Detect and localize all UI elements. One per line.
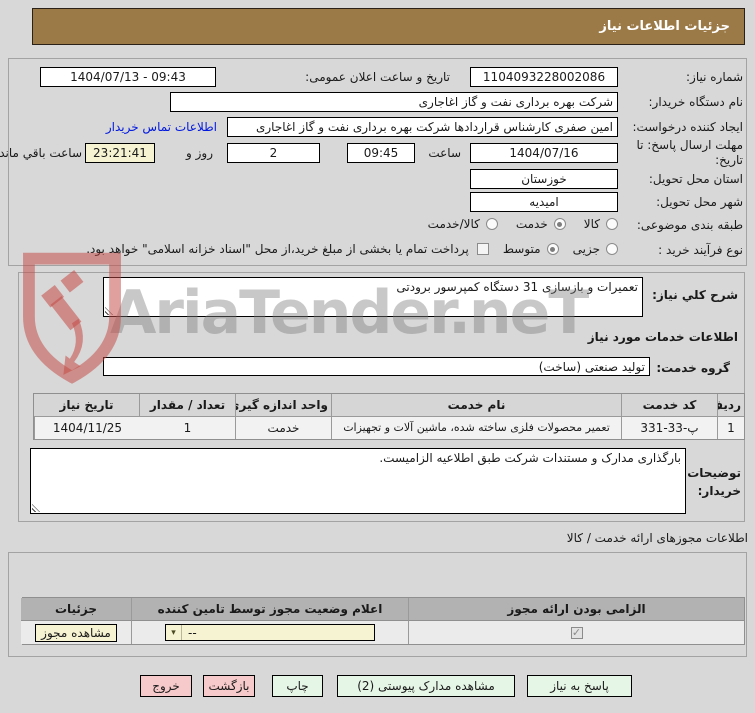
province-label: استان محل تحویل: xyxy=(648,172,743,186)
license-status-select[interactable]: -- ▾ xyxy=(165,624,375,641)
license-status-value: -- xyxy=(188,625,197,640)
exit-button[interactable]: خروج xyxy=(140,675,192,697)
chevron-down-icon: ▾ xyxy=(166,625,182,640)
radio-goods[interactable] xyxy=(606,218,618,230)
resize-handle-icon[interactable] xyxy=(105,307,113,315)
radio-partial-label: جزیی xyxy=(572,242,600,256)
buyer-notes-label-line2: خریدار: xyxy=(697,484,741,498)
radio-goods-label: کالا xyxy=(583,217,600,231)
page-title-bar: جزئیات اطلاعات نیاز xyxy=(32,8,745,45)
radio-goods-service-label: کالا/خدمت xyxy=(427,217,480,231)
view-attached-docs-button[interactable]: مشاهده مدارک پیوستی (2) xyxy=(337,675,515,697)
city-label: شهر محل تحویل: xyxy=(656,195,743,209)
cell-need-date: 1404/11/25 xyxy=(34,417,140,439)
need-number-input[interactable]: 1104093228002086 xyxy=(470,67,618,87)
col-header-details: جزئیات xyxy=(21,598,132,621)
col-header-need-date: تاریخ نیاز xyxy=(34,394,140,417)
cell-quantity: 1 xyxy=(140,417,236,439)
col-header-quantity: تعداد / مقدار xyxy=(140,394,236,417)
license-required-checkbox: ✓ xyxy=(570,626,583,639)
license-table-header-row: الزامی بودن ارائه مجوز اعلام وضعیت مجوز … xyxy=(21,598,744,621)
cell-service-name: تعمیر محصولات فلزی ساخته شده، ماشین آلات… xyxy=(332,417,622,439)
deadline-date-input[interactable]: 1404/07/16 xyxy=(470,143,618,163)
need-desc-text: تعمیرات و بازسازی 31 دستگاه کمپرسور برود… xyxy=(396,280,638,294)
process-type-label: نوع فرآیند خرید : xyxy=(658,243,743,257)
province-input[interactable]: خوزستان xyxy=(470,169,618,189)
service-items-table: ردیف کد خدمت نام خدمت واحد اندازه گیری ت… xyxy=(33,393,745,440)
buyer-org-label: نام دستگاه خریدار: xyxy=(648,95,744,109)
buyer-org-input[interactable]: شرکت بهره برداری نفت و گاز اغاجاری xyxy=(170,92,618,112)
treasury-checkbox[interactable] xyxy=(476,243,489,255)
deadline-label-line1: مهلت ارسال پاسخ: تا xyxy=(636,138,743,152)
radio-service[interactable] xyxy=(553,218,566,230)
cell-row-number: 1 xyxy=(718,417,744,439)
license-section-header: اطلاعات مجوزهای ارائه خدمت / کالا xyxy=(566,531,748,545)
col-header-service-code: کد خدمت xyxy=(622,394,718,417)
cell-unit: خدمت xyxy=(236,417,332,439)
buyer-notes-label-line1: توضیحات xyxy=(687,466,741,480)
col-header-row-number: ردیف xyxy=(718,394,744,417)
radio-medium-label: متوسط xyxy=(502,242,541,256)
deadline-label-line2: تاریخ: xyxy=(715,153,743,167)
service-table-row: 1 پ-33-331 تعمیر محصولات فلزی ساخته شده،… xyxy=(34,417,744,439)
need-details-page: { "page": { "title": "جزئیات اطلاعات نیا… xyxy=(0,0,755,713)
col-header-license-status: اعلام وضعیت مجوز توسط تامین کننده xyxy=(132,598,409,621)
days-label: روز و xyxy=(186,146,213,160)
services-info-header: اطلاعات خدمات مورد نیاز xyxy=(587,330,738,344)
creator-input[interactable]: امین صفری کارشناس قراردادها شرکت بهره بر… xyxy=(227,117,618,137)
buyer-notes-text: بارگذاری مدارک و مستندات شرکت طبق اطلاعی… xyxy=(379,451,681,465)
classification-options: کالا خدمت کالا/خدمت xyxy=(428,217,618,231)
col-header-service-name: نام خدمت xyxy=(332,394,622,417)
days-remaining-input[interactable]: 2 xyxy=(227,143,320,163)
creator-label: ایجاد کننده درخواست: xyxy=(632,120,743,134)
service-group-input[interactable]: تولید صنعتی (ساخت) xyxy=(103,357,650,376)
cell-service-code: پ-33-331 xyxy=(622,417,718,439)
radio-medium[interactable] xyxy=(546,243,559,255)
license-table-row: ✓ -- ▾ مشاهده مجوز xyxy=(21,621,744,644)
treasury-note: پرداخت تمام یا بخشی از مبلغ خرید،از محل … xyxy=(86,242,469,256)
deadline-time-input[interactable]: 09:45 xyxy=(347,143,415,163)
announce-datetime-input[interactable]: 1404/07/13 - 09:43 xyxy=(40,67,216,87)
print-button[interactable]: چاپ xyxy=(272,675,323,697)
classification-label: طبقه بندی موضوعی: xyxy=(636,218,743,232)
service-group-label: گروه خدمت: xyxy=(656,361,730,375)
col-header-license-required: الزامی بودن ارائه مجوز xyxy=(409,598,744,621)
respond-to-need-button[interactable]: پاسخ به نیاز xyxy=(527,675,632,697)
back-button[interactable]: بازگشت xyxy=(203,675,255,697)
radio-goods-service[interactable] xyxy=(485,218,498,230)
process-type-options: جزیی متوسط پرداخت تمام یا بخشی از مبلغ خ… xyxy=(86,242,618,256)
hours-remaining-label: ساعت باقي مانده xyxy=(0,146,82,160)
buyer-contact-link[interactable]: اطلاعات تماس خریدار xyxy=(106,120,217,134)
radio-partial[interactable] xyxy=(606,243,618,255)
need-desc-label: شرح کلي نیاز: xyxy=(652,288,738,302)
service-table-header-row: ردیف کد خدمت نام خدمت واحد اندازه گیری ت… xyxy=(34,394,744,417)
need-number-label: شماره نیاز: xyxy=(686,70,743,84)
countdown-timer: 23:21:41 xyxy=(85,143,155,163)
resize-handle-icon[interactable] xyxy=(32,504,40,512)
buyer-notes-textarea[interactable]: بارگذاری مدارک و مستندات شرکت طبق اطلاعی… xyxy=(30,448,686,514)
page-title: جزئیات اطلاعات نیاز xyxy=(599,19,730,34)
city-input[interactable]: امیدیه xyxy=(470,192,618,212)
radio-service-label: خدمت xyxy=(515,217,548,231)
deadline-hour-label: ساعت xyxy=(428,146,461,160)
license-table: الزامی بودن ارائه مجوز اعلام وضعیت مجوز … xyxy=(21,597,745,645)
col-header-unit: واحد اندازه گیری xyxy=(236,394,332,417)
need-desc-textarea[interactable]: تعمیرات و بازسازی 31 دستگاه کمپرسور برود… xyxy=(103,277,643,317)
announce-datetime-label: تاریخ و ساعت اعلان عمومی: xyxy=(305,70,450,84)
view-license-button[interactable]: مشاهده مجوز xyxy=(35,623,117,642)
